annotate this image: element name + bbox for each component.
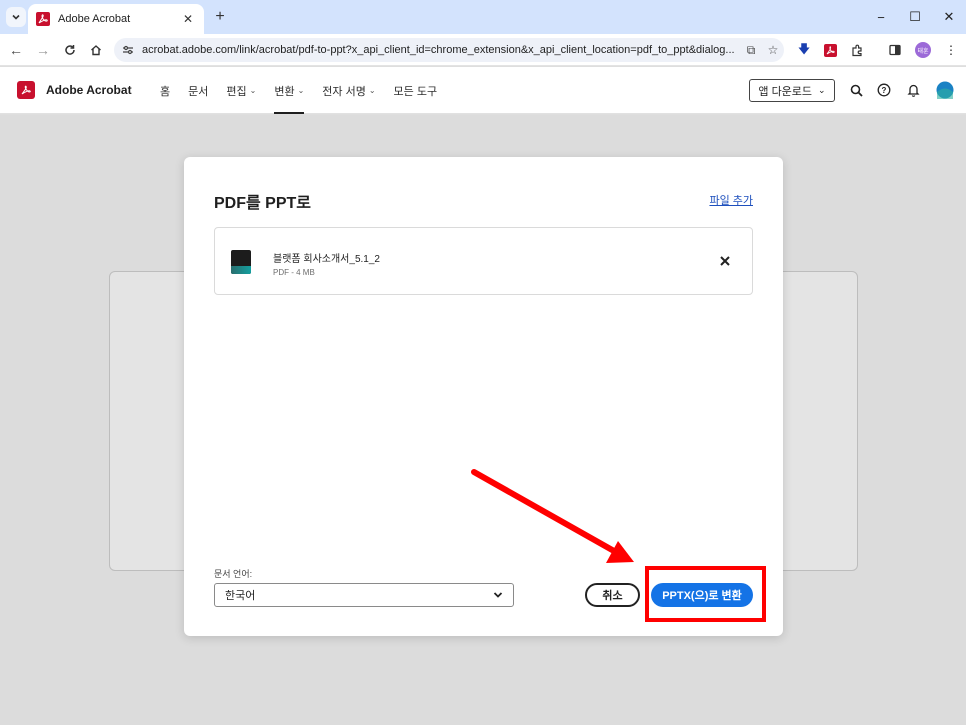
close-window-button[interactable]: ✕ bbox=[932, 0, 966, 34]
browser-menu-icon[interactable]: ⋮ bbox=[940, 39, 962, 61]
language-label: 문서 언어: bbox=[214, 569, 253, 579]
home-button[interactable] bbox=[85, 39, 107, 61]
download-extension-icon[interactable]: 🡇 bbox=[793, 39, 815, 61]
file-name: 블랫폼 회사소개서_5.1_2 bbox=[273, 254, 380, 265]
file-item: 블랫폼 회사소개서_5.1_2 PDF - 4 MB bbox=[214, 227, 753, 295]
reload-icon bbox=[65, 45, 75, 55]
file-meta: PDF - 4 MB bbox=[273, 268, 315, 277]
browser-tabstrip: Adobe Acrobat ✕ + − ☐ ✕ bbox=[0, 0, 966, 34]
tab-search-button[interactable] bbox=[6, 7, 26, 27]
language-value: 한국어 bbox=[225, 590, 256, 602]
nav-item-all-tools[interactable]: 모든 도구 bbox=[394, 67, 438, 114]
close-icon bbox=[720, 256, 730, 266]
language-select[interactable]: 한국어 bbox=[214, 583, 514, 607]
side-panel-icon[interactable] bbox=[884, 39, 906, 61]
nav-label: 전자 서명 bbox=[322, 85, 366, 98]
search-icon[interactable] bbox=[846, 80, 866, 100]
main-nav: 홈 문서 편집 ⌄ 변환 ⌄ 전자 서명 ⌄ 모든 도구 bbox=[160, 67, 455, 114]
acrobat-favicon-icon bbox=[36, 12, 50, 26]
tab-close-icon[interactable]: ✕ bbox=[180, 12, 196, 26]
new-tab-button[interactable]: + bbox=[210, 7, 230, 27]
add-file-link[interactable]: 파일 추가 bbox=[709, 192, 753, 208]
convert-dialog: PDF를 PPT로 파일 추가 블랫폼 회사소개서_5.1_2 PDF - 4 … bbox=[184, 157, 783, 636]
app-download-label: 앱 다운로드 bbox=[758, 85, 813, 98]
profile-avatar[interactable]: 태훈 bbox=[912, 39, 934, 61]
remove-file-button[interactable] bbox=[716, 252, 734, 270]
nav-item-esign[interactable]: 전자 서명 ⌄ bbox=[322, 67, 375, 114]
site-settings-icon[interactable] bbox=[122, 44, 134, 56]
nav-label: 모든 도구 bbox=[393, 85, 438, 98]
back-button[interactable]: ← bbox=[5, 39, 27, 61]
acrobat-logo-icon bbox=[17, 81, 35, 99]
tab-title: Adobe Acrobat bbox=[58, 13, 131, 25]
annotation-highlight-box bbox=[645, 566, 766, 622]
window-controls: − ☐ ✕ bbox=[864, 0, 966, 34]
acrobat-extension-icon[interactable] bbox=[819, 39, 841, 61]
chevron-down-icon: ⌄ bbox=[818, 85, 826, 95]
file-thumbnail bbox=[231, 250, 251, 274]
url-text: acrobat.adobe.com/link/acrobat/pdf-to-pp… bbox=[142, 44, 735, 56]
nav-label: 홈 bbox=[160, 85, 171, 98]
home-icon bbox=[91, 45, 101, 56]
cancel-button[interactable]: 취소 bbox=[585, 583, 640, 607]
nav-item-edit[interactable]: 편집 ⌄ bbox=[226, 67, 256, 114]
nav-item-home[interactable]: 홈 bbox=[160, 67, 170, 114]
app-download-button[interactable]: 앱 다운로드 ⌄ bbox=[749, 79, 835, 102]
minimize-button[interactable]: − bbox=[864, 0, 898, 34]
dialog-title: PDF를 PPT로 bbox=[214, 195, 312, 212]
forward-button[interactable]: → bbox=[32, 39, 54, 61]
nav-label: 편집 bbox=[226, 85, 247, 98]
svg-text:?: ? bbox=[882, 86, 887, 95]
maximize-button[interactable]: ☐ bbox=[898, 0, 932, 34]
nav-item-documents[interactable]: 문서 bbox=[188, 67, 208, 114]
browser-toolbar: ← → acrobat.adobe.com/link/acrobat/pdf-t… bbox=[0, 34, 966, 66]
app-name: Adobe Acrobat bbox=[46, 83, 132, 97]
chevron-down-icon: ⌄ bbox=[297, 86, 305, 95]
cast-icon[interactable]: ⧉ bbox=[740, 43, 762, 58]
reload-button[interactable] bbox=[59, 39, 81, 61]
chevron-down-icon: ⌄ bbox=[368, 86, 376, 95]
user-avatar[interactable] bbox=[935, 80, 955, 100]
chevron-down-icon bbox=[12, 14, 20, 20]
extensions-puzzle-icon[interactable] bbox=[846, 39, 868, 61]
chevron-down-icon: ⌄ bbox=[249, 86, 257, 95]
browser-tab[interactable]: Adobe Acrobat ✕ bbox=[28, 4, 204, 34]
nav-item-convert[interactable]: 변환 ⌄ bbox=[274, 67, 304, 114]
bookmark-star-icon[interactable]: ☆ bbox=[762, 43, 784, 57]
profile-initials: 태훈 bbox=[915, 42, 931, 58]
nav-label: 변환 bbox=[274, 85, 295, 98]
help-icon[interactable]: ? bbox=[874, 80, 894, 100]
notification-bell-icon[interactable] bbox=[903, 80, 923, 100]
address-bar[interactable]: acrobat.adobe.com/link/acrobat/pdf-to-pp… bbox=[114, 38, 784, 62]
app-header: Adobe Acrobat 홈 문서 편집 ⌄ 변환 ⌄ 전자 서명 ⌄ 모든 도구 … bbox=[0, 67, 966, 114]
chevron-down-icon bbox=[493, 592, 503, 598]
nav-label: 문서 bbox=[188, 85, 209, 98]
